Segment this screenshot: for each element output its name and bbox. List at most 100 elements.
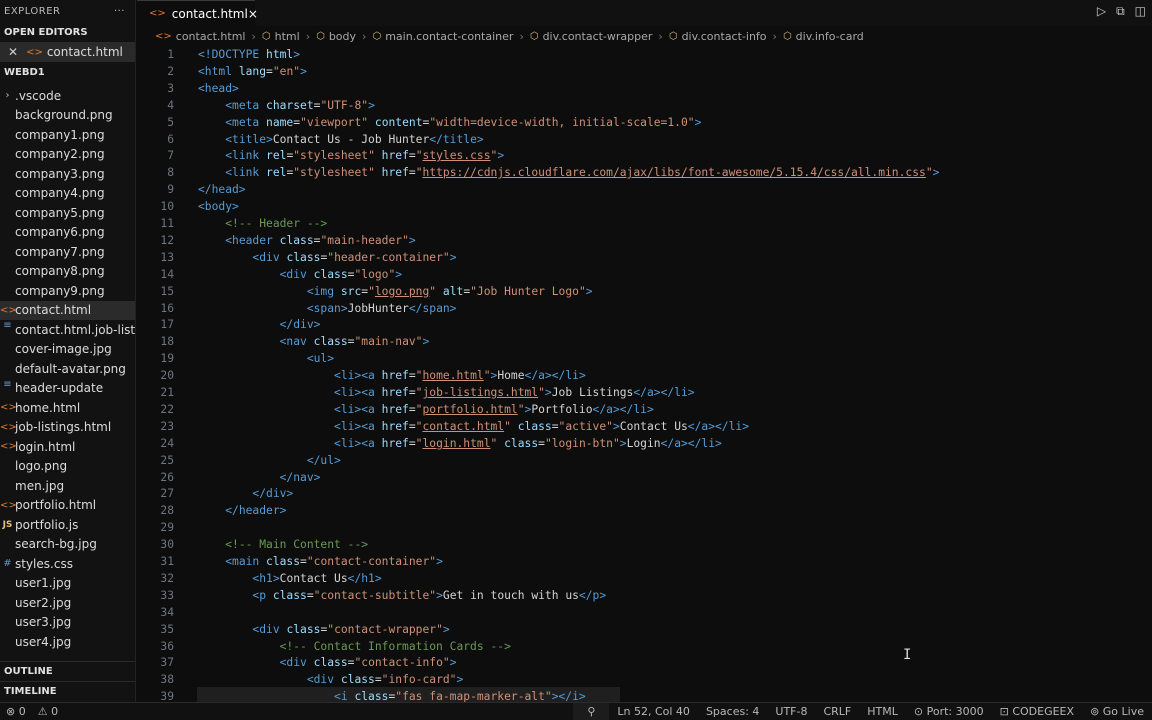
- breadcrumb-item[interactable]: › ⬡ div.info-card: [767, 30, 864, 43]
- code-line: 34: [137, 604, 1137, 621]
- file-item[interactable]: JS portfolio.js: [0, 515, 135, 535]
- chevron-right-icon: ›: [251, 29, 256, 43]
- breadcrumb-item[interactable]: › ⬡ body: [300, 30, 356, 43]
- code-token: ": [517, 402, 525, 416]
- file-item[interactable]: <> home.html: [0, 398, 135, 418]
- code-editor[interactable]: 1 <!DOCTYPE html> 2 <html lang="en"> 3 <head>…: [137, 46, 1137, 702]
- close-icon[interactable]: ×: [248, 7, 258, 21]
- end-of-line[interactable]: CRLF: [815, 703, 859, 720]
- file-item[interactable]: ▣logo.png: [0, 457, 135, 477]
- tab-contact-html[interactable]: <> contact.html ×: [137, 0, 258, 26]
- file-item[interactable]: ≡contact.html.job-listin...: [0, 320, 135, 340]
- code-line: 3 <head>: [137, 80, 1137, 97]
- file-item[interactable]: › .vscode: [0, 86, 135, 106]
- code-token: Contact Us: [279, 571, 348, 585]
- chevron-right-icon: ›: [305, 29, 311, 43]
- file-item[interactable]: <> job-listings.html: [0, 418, 135, 438]
- code-token: <p: [252, 588, 273, 602]
- code-token: >: [449, 656, 457, 670]
- code-token: <li><a: [334, 436, 382, 450]
- code-token: <li><a: [334, 402, 382, 416]
- html-file-icon: <>: [0, 304, 17, 316]
- file-item[interactable]: ≡ header-update: [0, 379, 135, 399]
- code-token: href: [381, 386, 409, 399]
- code-token: <link: [225, 166, 267, 180]
- code-text: <link rel="stylesheet" href="https://cdn…: [198, 164, 939, 181]
- breadcrumb-item[interactable]: › ⬡ div.contact-info: [652, 30, 766, 43]
- port-status[interactable]: ⊙ Port: 3000: [906, 703, 992, 720]
- file-item[interactable]: ▣company2.png: [0, 145, 135, 165]
- code-token: ": [504, 419, 518, 433]
- code-token: <title>: [225, 132, 273, 146]
- file-item[interactable]: ▣company5.png: [0, 203, 135, 223]
- errors-indicator[interactable]: ⊗ 0: [6, 705, 26, 718]
- breadcrumb-item[interactable]: <> contact.html: [155, 30, 245, 43]
- code-token: <head>: [198, 81, 239, 95]
- file-item[interactable]: <> portfolio.html: [0, 496, 135, 516]
- split-editor-icon[interactable]: ◫: [1135, 4, 1146, 19]
- file-item[interactable]: ▣men.jpg: [0, 476, 135, 496]
- file-item[interactable]: ▣background.png: [0, 106, 135, 126]
- code-token: "stylesheet": [293, 149, 382, 163]
- file-item[interactable]: ▣company1.png: [0, 125, 135, 145]
- image-file-icon: ▣: [0, 636, 15, 647]
- language-mode[interactable]: HTML: [859, 703, 906, 720]
- zoom-icon[interactable]: ⚲: [573, 702, 610, 720]
- ellipsis-icon[interactable]: ···: [114, 6, 125, 17]
- file-item[interactable]: ▣company8.png: [0, 262, 135, 282]
- file-item[interactable]: ▣default-avatar.png: [0, 359, 135, 379]
- file-item[interactable]: ▣user4.jpg: [0, 632, 135, 652]
- file-item[interactable]: ▣company9.png: [0, 281, 135, 301]
- code-token: <div: [306, 673, 341, 687]
- port-label: Port: 3000: [926, 705, 984, 718]
- cursor-position[interactable]: Ln 52, Col 40: [609, 703, 698, 720]
- open-preview-icon[interactable]: ⧉: [1116, 4, 1125, 19]
- file-item[interactable]: ▣company3.png: [0, 164, 135, 184]
- code-text: </head>: [198, 181, 246, 198]
- file-item[interactable]: ▣search-bg.jpg: [0, 535, 135, 555]
- file-item[interactable]: <> login.html: [0, 437, 135, 457]
- code-token: <img: [306, 284, 341, 298]
- code-text: </div>: [198, 485, 293, 502]
- file-item[interactable]: ▣company7.png: [0, 242, 135, 262]
- breadcrumb-item[interactable]: › ⬡ html: [245, 30, 299, 43]
- encoding[interactable]: UTF-8: [767, 703, 815, 720]
- outline-section[interactable]: OUTLINE: [0, 661, 135, 681]
- file-item[interactable]: <> contact.html: [0, 300, 135, 320]
- code-token: href: [381, 419, 409, 433]
- text-cursor-icon: I: [903, 647, 912, 663]
- file-item[interactable]: # styles.css: [0, 554, 135, 574]
- code-token: "contact-container": [306, 555, 437, 568]
- file-item[interactable]: ▣cover-image.jpg: [0, 340, 135, 360]
- code-token: login.html: [422, 436, 491, 450]
- run-icon[interactable]: ▷: [1097, 4, 1106, 19]
- code-token: charset: [266, 98, 314, 112]
- file-item[interactable]: ▣user3.jpg: [0, 613, 135, 633]
- breadcrumb-item[interactable]: › ⬡ div.contact-wrapper: [513, 30, 652, 43]
- line-number: 20: [160, 369, 174, 383]
- html-file-icon: <>: [26, 46, 43, 58]
- code-token: "contact-info": [354, 656, 450, 670]
- codegeex-status[interactable]: ⊡ CODEGEEX: [992, 703, 1082, 720]
- close-icon[interactable]: ✕: [8, 45, 18, 59]
- timeline-section[interactable]: TIMELINE: [0, 681, 135, 701]
- image-file-icon: ▣: [0, 246, 15, 257]
- file-item[interactable]: ▣user2.jpg: [0, 593, 135, 613]
- code-token: "contact-subtitle": [313, 588, 437, 602]
- file-item[interactable]: ▣company6.png: [0, 223, 135, 243]
- file-item[interactable]: ▣company4.png: [0, 184, 135, 204]
- go-live-button[interactable]: ⊚ Go Live: [1082, 703, 1152, 720]
- workspace-section[interactable]: WEBD1: [0, 62, 135, 82]
- breadcrumb-item[interactable]: › ⬡ main.contact-container: [356, 30, 513, 43]
- open-editor-item[interactable]: ✕ <> contact.html: [0, 42, 135, 62]
- warnings-indicator[interactable]: ⚠ 0: [38, 705, 58, 718]
- file-label: user2.jpg: [15, 595, 72, 610]
- code-token: JobHunter: [347, 301, 409, 315]
- file-item[interactable]: ▣user1.jpg: [0, 574, 135, 594]
- indentation[interactable]: Spaces: 4: [698, 703, 767, 720]
- open-editors-section[interactable]: OPEN EDITORS: [0, 22, 135, 42]
- code-text: <span>JobHunter</span>: [198, 300, 457, 317]
